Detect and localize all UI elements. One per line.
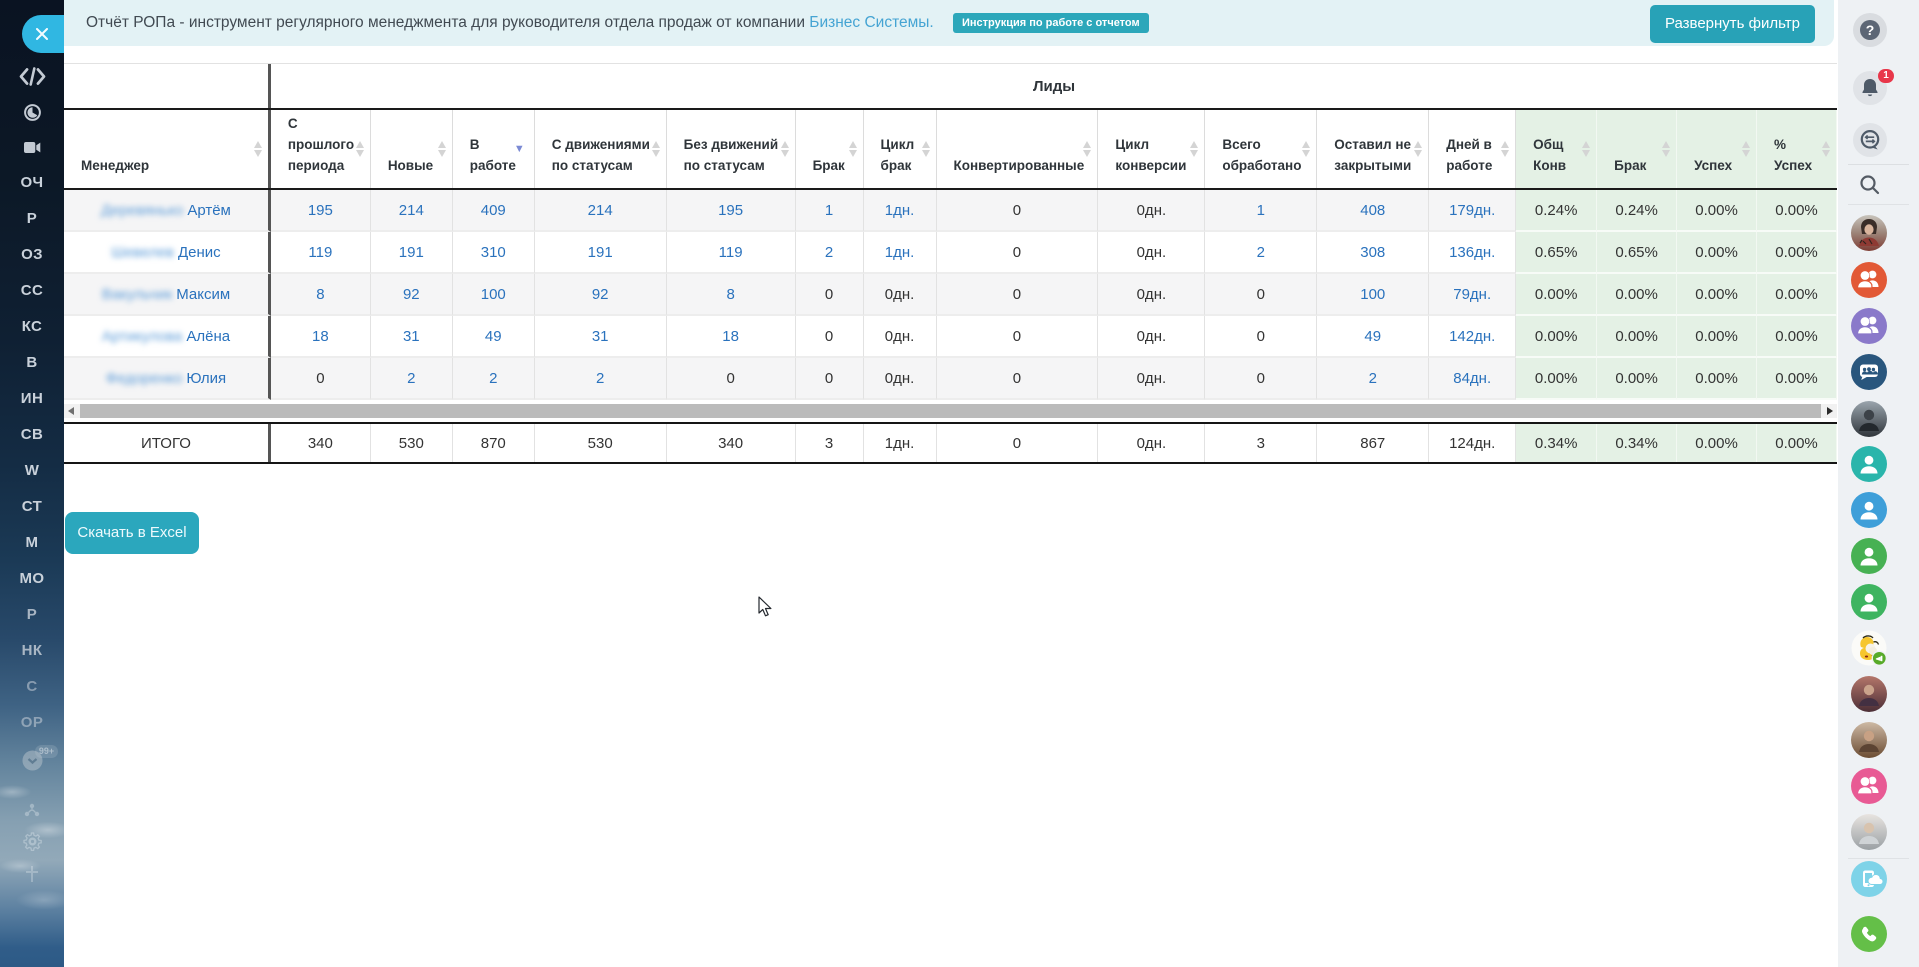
svg-text:?: ? [1866, 22, 1875, 38]
